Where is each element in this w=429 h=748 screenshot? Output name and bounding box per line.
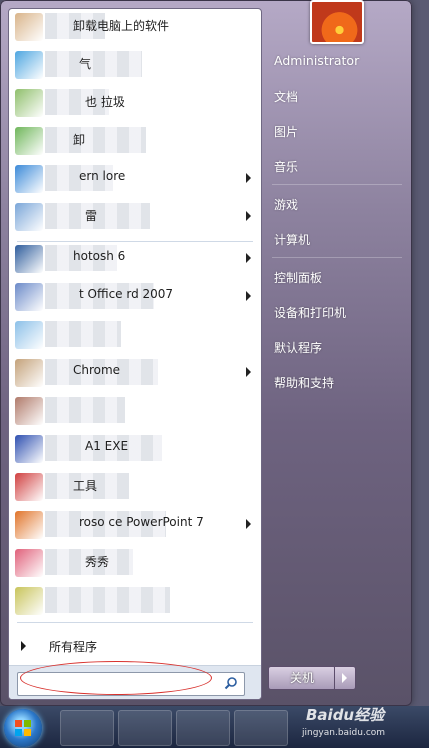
program-item[interactable]: 卸 xyxy=(9,123,261,157)
search-highlight-annotation xyxy=(20,661,212,695)
program-icon xyxy=(15,127,43,155)
program-icon xyxy=(15,435,43,463)
shutdown-options-button[interactable] xyxy=(334,666,356,690)
program-item[interactable]: 卸载电脑上的软件 xyxy=(9,9,261,43)
program-icon xyxy=(15,165,43,193)
right-item-help-support[interactable]: 帮助和支持 xyxy=(274,374,334,391)
program-item[interactable]: 气 xyxy=(9,47,261,81)
program-item[interactable]: ern lore xyxy=(9,161,261,195)
program-item[interactable]: hotosh 6 xyxy=(9,241,261,275)
program-label: A1 EXE xyxy=(85,439,129,453)
all-programs-label: 所有程序 xyxy=(49,640,98,654)
right-item-default-programs[interactable]: 默认程序 xyxy=(274,339,322,356)
separator xyxy=(272,184,402,185)
program-item[interactable]: roso ce PowerPoint 7 xyxy=(9,507,261,541)
start-orb-icon[interactable] xyxy=(4,709,42,747)
program-item[interactable]: t Office rd 2007 xyxy=(9,279,261,313)
redaction-mosaic xyxy=(45,397,125,423)
chevron-right-icon[interactable] xyxy=(246,211,251,221)
chevron-right-icon[interactable] xyxy=(246,253,251,263)
program-item[interactable]: 工具 xyxy=(9,469,261,503)
program-icon xyxy=(15,51,43,79)
program-item[interactable]: 雷 xyxy=(9,199,261,233)
program-icon xyxy=(15,549,43,577)
program-label: 雷 xyxy=(85,209,98,223)
watermark-brand: Baidu经验 xyxy=(306,706,385,724)
start-menu: 卸载电脑上的软件气也 拉圾卸 ern lore 雷 hotosh 6 t Office … xyxy=(0,0,412,706)
chevron-right-icon xyxy=(342,673,347,683)
program-label: 工具 xyxy=(73,479,98,493)
program-item[interactable] xyxy=(9,583,261,617)
program-item[interactable] xyxy=(9,393,261,427)
right-pane: Administrator 文档 图片 音乐 游戏 计算机 控制面板 设备和打印… xyxy=(266,0,412,706)
program-icon xyxy=(15,397,43,425)
program-label: t Office rd 2007 xyxy=(79,287,174,301)
program-label: 卸载电脑上的软件 xyxy=(73,19,170,33)
program-label: 卸 xyxy=(73,133,86,147)
separator xyxy=(17,622,253,623)
separator xyxy=(272,257,402,258)
right-item-computer[interactable]: 计算机 xyxy=(274,231,310,248)
program-icon xyxy=(15,13,43,41)
chevron-right-icon xyxy=(21,641,26,651)
redaction-mosaic xyxy=(45,321,121,347)
programs-pane: 卸载电脑上的软件气也 拉圾卸 ern lore 雷 hotosh 6 t Office … xyxy=(8,8,262,700)
right-item-pictures[interactable]: 图片 xyxy=(274,123,298,140)
program-icon xyxy=(15,245,43,273)
shutdown-button[interactable]: 关机 xyxy=(268,666,336,690)
right-item-music[interactable]: 音乐 xyxy=(274,158,298,175)
taskbar-app-button[interactable] xyxy=(176,710,230,746)
program-label: hotosh 6 xyxy=(73,249,126,263)
program-label: ern lore xyxy=(79,169,126,183)
watermark-url: jingyan.baidu.com xyxy=(302,728,386,738)
redaction-mosaic xyxy=(45,127,146,153)
program-label: roso ce PowerPoint 7 xyxy=(79,515,204,529)
program-icon xyxy=(15,203,43,231)
program-label: 气 xyxy=(79,57,92,71)
program-item[interactable]: 也 拉圾 xyxy=(9,85,261,119)
program-label: 也 拉圾 xyxy=(85,95,125,109)
right-item-documents[interactable]: 文档 xyxy=(274,88,298,105)
right-item-control-panel[interactable]: 控制面板 xyxy=(274,269,322,286)
taskbar-app-button[interactable] xyxy=(234,710,288,746)
program-icon xyxy=(15,359,43,387)
program-item[interactable]: A1 EXE xyxy=(9,431,261,465)
chevron-right-icon[interactable] xyxy=(246,173,251,183)
program-label: 秀秀 xyxy=(85,555,110,569)
program-icon xyxy=(15,587,43,615)
chevron-right-icon[interactable] xyxy=(246,519,251,529)
right-item-devices-printers[interactable]: 设备和打印机 xyxy=(274,304,346,321)
search-icon[interactable] xyxy=(224,676,238,690)
user-name-link[interactable]: Administrator xyxy=(274,53,359,68)
program-icon xyxy=(15,473,43,501)
program-icon xyxy=(15,283,43,311)
right-item-games[interactable]: 游戏 xyxy=(274,196,298,213)
taskbar-app-button[interactable] xyxy=(60,710,114,746)
redaction-mosaic xyxy=(45,587,170,613)
user-avatar[interactable] xyxy=(310,0,364,44)
program-icon xyxy=(15,511,43,539)
all-programs-item[interactable]: 所有程序 xyxy=(9,631,261,659)
redaction-mosaic xyxy=(45,203,150,229)
chevron-right-icon[interactable] xyxy=(246,291,251,301)
chevron-right-icon[interactable] xyxy=(246,367,251,377)
program-item[interactable]: 秀秀 xyxy=(9,545,261,579)
program-label: Chrome xyxy=(73,363,121,377)
program-item[interactable]: Chrome xyxy=(9,355,261,389)
redaction-mosaic xyxy=(45,51,142,77)
taskbar-app-button[interactable] xyxy=(118,710,172,746)
program-icon xyxy=(15,89,43,117)
program-icon xyxy=(15,321,43,349)
program-item[interactable] xyxy=(9,317,261,351)
